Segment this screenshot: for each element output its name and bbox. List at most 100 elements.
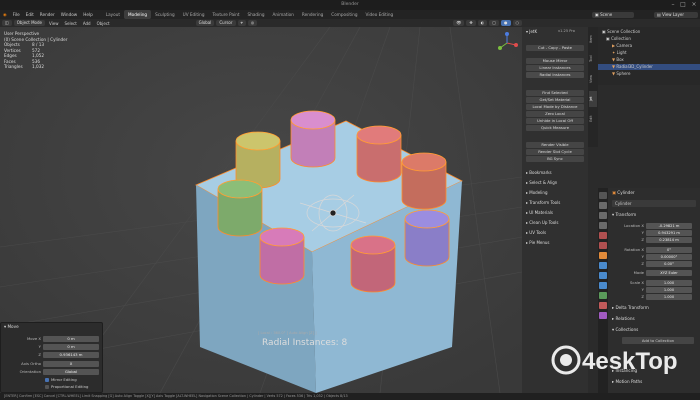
rotation-x-field[interactable]: 0° xyxy=(646,246,692,253)
local-mode-distance-button[interactable]: Local Mode by Distance xyxy=(526,104,584,110)
section-transform-tools[interactable]: ▸ Transform Tools xyxy=(526,200,560,205)
menu-help[interactable]: Help xyxy=(80,10,96,19)
cylinder-instance[interactable] xyxy=(290,110,336,168)
view-layer-tab-icon[interactable] xyxy=(599,222,607,229)
menu-select[interactable]: Select xyxy=(62,21,78,26)
menu-render[interactable]: Render xyxy=(37,10,58,19)
tab-video-editing[interactable]: Video Editing xyxy=(362,10,398,19)
delta-transform-section[interactable]: ▸ Delta Transform xyxy=(612,305,649,310)
cylinder-instance[interactable] xyxy=(259,227,305,285)
proportional-editing-checkbox[interactable]: Proportional Editing xyxy=(45,384,88,389)
navigation-gizmo[interactable] xyxy=(495,31,519,55)
material-tab-icon[interactable] xyxy=(599,312,607,319)
menu-object[interactable]: Object xyxy=(95,21,112,26)
menu-view[interactable]: View xyxy=(47,21,61,26)
quick-measure-button[interactable]: Quick Measure xyxy=(526,125,584,131)
move-y-field[interactable]: 0 m xyxy=(43,343,99,350)
tab-texture-paint[interactable]: Texture Paint xyxy=(209,10,244,19)
rotation-mode-select[interactable]: XYZ Euler xyxy=(646,269,692,276)
close-icon[interactable]: × xyxy=(689,1,699,9)
outliner-item-sphere[interactable]: ▼ Sphere xyxy=(598,71,700,77)
collections-section[interactable]: ▾ Collections xyxy=(612,327,638,332)
visibility-icon[interactable]: 👁 xyxy=(453,20,465,26)
physics-tab-icon[interactable] xyxy=(599,282,607,289)
motion-paths-section[interactable]: ▸ Motion Paths xyxy=(612,379,642,384)
outliner-item-camera[interactable]: ▶ Camera xyxy=(598,43,700,49)
snap-icon[interactable]: ⌖ xyxy=(237,20,246,26)
move-x-field[interactable]: 0 m xyxy=(43,335,99,342)
render-visible-button[interactable]: Render Visible xyxy=(526,142,584,148)
cylinder-instance[interactable] xyxy=(235,131,281,189)
menu-add[interactable]: Add xyxy=(81,21,93,26)
section-bookmarks[interactable]: ▸ Bookmarks xyxy=(526,170,552,175)
mirror-editing-checkbox[interactable]: Mirror Editing xyxy=(45,377,77,382)
tab-item[interactable]: Item xyxy=(589,31,597,47)
transform-section[interactable]: ▾ Transform xyxy=(612,212,636,217)
cylinder-instance[interactable] xyxy=(356,125,402,183)
modifier-tab-icon[interactable] xyxy=(599,262,607,269)
overlay-icon[interactable]: ◐ xyxy=(477,20,488,26)
tab-sculpting[interactable]: Sculpting xyxy=(151,10,179,19)
outliner-item-collection[interactable]: ▣ Collection xyxy=(598,36,700,42)
tab-compositing[interactable]: Compositing xyxy=(327,10,361,19)
menu-window[interactable]: Window xyxy=(58,10,81,19)
cylinder-instance[interactable] xyxy=(217,179,263,237)
zero-local-button[interactable]: Zero Local xyxy=(526,111,584,117)
scene-selector[interactable]: ▣ Scene xyxy=(592,11,634,18)
output-tab-icon[interactable] xyxy=(599,212,607,219)
redo-panel-title[interactable]: ▾ Move xyxy=(4,324,19,329)
data-tab-icon[interactable] xyxy=(599,302,607,309)
object-tab-icon[interactable] xyxy=(599,252,607,259)
scale-z-field[interactable]: 1.000 xyxy=(646,293,692,300)
render-tab-icon[interactable] xyxy=(599,202,607,209)
editor-type-icon[interactable]: ◫ xyxy=(2,20,12,26)
constraints-tab-icon[interactable] xyxy=(599,292,607,299)
world-tab-icon[interactable] xyxy=(599,242,607,249)
location-z-field[interactable]: 0.23814 m xyxy=(646,236,692,243)
render-slot-cycle-button[interactable]: Render Slot Cycle xyxy=(526,149,584,155)
menu-file[interactable]: File xyxy=(10,10,23,19)
tab-uv-editing[interactable]: UV Editing xyxy=(179,10,209,19)
tab-tool[interactable]: Tool xyxy=(589,51,597,67)
outliner-root[interactable]: ▣ Scene Collection xyxy=(598,29,700,35)
tab-jet[interactable]: Jet xyxy=(589,91,597,107)
proportional-icon[interactable]: ◎ xyxy=(247,20,258,26)
radial-instances-button[interactable]: Radial Instances xyxy=(526,72,584,78)
cylinder-instance[interactable] xyxy=(350,235,396,293)
particles-tab-icon[interactable] xyxy=(599,272,607,279)
tab-shading[interactable]: Shading xyxy=(244,10,269,19)
menu-edit[interactable]: Edit xyxy=(23,10,37,19)
section-select-align[interactable]: ▸ Select & Align xyxy=(526,180,557,185)
minimize-icon[interactable]: – xyxy=(668,1,678,9)
tab-modeling[interactable]: Modeling xyxy=(124,10,152,19)
xray-icon[interactable]: ▢ xyxy=(489,20,499,26)
npanel-header[interactable]: ▾ JetK xyxy=(526,29,537,34)
move-z-field[interactable]: 0.936143 m xyxy=(43,351,99,358)
outliner-item-box[interactable]: ▼ Box xyxy=(598,57,700,63)
scene-tab-icon[interactable] xyxy=(599,232,607,239)
section-modeling[interactable]: ▸ Modeling xyxy=(526,190,547,195)
tab-layout[interactable]: Layout xyxy=(102,10,124,19)
object-name-field[interactable]: Cylinder xyxy=(612,200,696,207)
scale-y-field[interactable]: 1.000 xyxy=(646,286,692,293)
section-ui-materials[interactable]: ▸ UI Materials xyxy=(526,210,553,215)
shading-material-icon[interactable]: ○ xyxy=(512,20,522,26)
outliner-item-light[interactable]: ✦ Light xyxy=(598,50,700,56)
transform-orientation[interactable]: Global xyxy=(195,20,215,26)
tab-rendering[interactable]: Rendering xyxy=(298,10,327,19)
tool-tab-icon[interactable] xyxy=(599,192,607,199)
orientation-select[interactable]: Global xyxy=(43,368,99,375)
find-selected-button[interactable]: Find Selected xyxy=(526,90,584,96)
axis-ortho-select[interactable]: X xyxy=(43,360,99,367)
mode-selector[interactable]: Object Mode xyxy=(13,20,45,26)
view-layer-selector[interactable]: ▤ View Layer xyxy=(654,11,698,18)
tab-animation[interactable]: Animation xyxy=(269,10,298,19)
location-x-field[interactable]: -0.29821 m xyxy=(646,222,692,229)
rotation-z-field[interactable]: 0.00° xyxy=(646,260,692,267)
mouse-mirror-button[interactable]: Mouse Mirror xyxy=(526,58,584,64)
cylinder-instance[interactable] xyxy=(401,152,447,210)
relations-section[interactable]: ▸ Relations xyxy=(612,316,635,321)
cut-copy-paste-button[interactable]: Cut - Copy - Paste xyxy=(526,45,584,51)
cylinder-instance[interactable] xyxy=(404,209,450,267)
get-set-material-button[interactable]: Get/Set Material xyxy=(526,97,584,103)
